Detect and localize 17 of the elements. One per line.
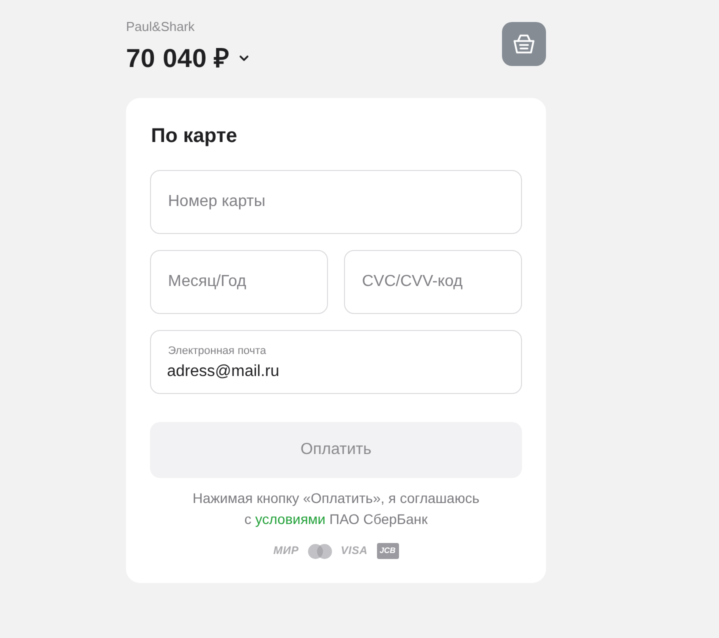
card-number-field[interactable]: Номер карты: [150, 170, 522, 234]
payment-logo: МИР: [273, 544, 299, 558]
overlapping-circles-icon: [308, 544, 332, 558]
basket-button[interactable]: [502, 22, 546, 66]
expiry-field[interactable]: Месяц/Год: [150, 250, 328, 314]
merchant-name: Paul&Shark: [126, 19, 195, 35]
basket-icon: [513, 34, 535, 54]
price-amount: 70 040 ₽: [126, 42, 230, 74]
cvc-field[interactable]: CVC/CVV-код: [344, 250, 522, 314]
form-title: По карте: [151, 124, 238, 148]
terms-text: Нажимая кнопку «Оплатить», я соглашаюсь с условиями ПАО СберБанк: [192, 489, 480, 529]
payment-logo: JCB: [376, 543, 399, 559]
field-label: Электронная почта: [168, 344, 266, 358]
payment-logo: VISA: [340, 544, 368, 558]
email-field[interactable]: Электронная почта adress@mail.ru: [150, 330, 522, 394]
chevron-down-icon[interactable]: [239, 54, 250, 62]
email-input[interactable]: adress@mail.ru: [167, 362, 505, 382]
